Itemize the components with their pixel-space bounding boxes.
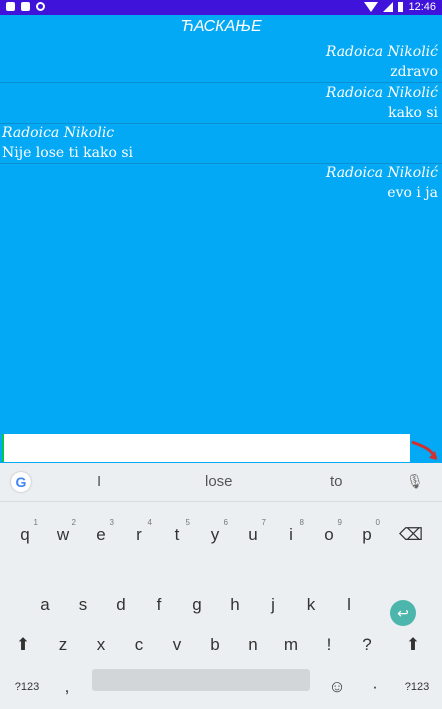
key-label: p [362,525,372,544]
key-label: o [324,525,334,544]
message-item: Radoica Nikolić zdravo [0,42,442,83]
key-g[interactable]: g [178,585,216,625]
key-f[interactable]: f [140,585,178,625]
message-author: Radoica Nikolić [325,165,438,181]
battery-icon [398,2,404,12]
hint-5: 5 [185,518,190,527]
message-text: zdravo [390,64,438,80]
key-l[interactable]: l [330,585,368,625]
suggestion-3[interactable]: to [330,473,343,490]
hint-0: 0 [375,518,380,527]
key-label: t [174,525,180,544]
key-r[interactable]: 4r [120,515,158,555]
key-s[interactable]: s [64,585,102,625]
key-b[interactable]: b [196,625,234,665]
backspace-icon[interactable]: ⌫ [392,515,430,555]
key-y[interactable]: 6y [196,515,234,555]
message-item: Radoica Nikolić kako si [0,83,442,124]
page-title: ЋАСКАЊЕ [180,18,262,35]
key-label: r [136,525,142,544]
message-item: Radoica Nikolic Nije lose ti kako si [0,123,442,164]
message-item: Radoica Nikolić evo i ja [0,163,442,203]
key-d[interactable]: d [102,585,140,625]
symbols-right-key[interactable]: ?123 [398,667,436,707]
enter-icon[interactable]: ↩ [390,600,416,626]
status-bar: 12:46 [0,0,442,15]
symbols-left-key[interactable]: ?123 [8,667,46,707]
key-label: i [289,525,293,544]
emoji-icon[interactable]: ☺ [318,667,356,707]
hint-8: 8 [299,518,304,527]
key-u[interactable]: 7u [234,515,272,555]
mic-icon[interactable]: 🎙 [406,473,424,491]
key-label: e [96,525,106,544]
message-text: evo i ja [387,185,438,201]
key-n[interactable]: n [234,625,272,665]
message-text: Nije lose ti kako si [2,145,134,161]
key-i[interactable]: 8i [272,515,310,555]
key-v[interactable]: v [158,625,196,665]
key-w[interactable]: 2w [44,515,82,555]
key-m[interactable]: m [272,625,310,665]
status-time: 12:46 [408,1,436,13]
sync-icon [36,2,45,11]
suggestion-2[interactable]: lose [205,473,233,490]
hint-2: 2 [71,518,76,527]
message-text: kako si [388,105,438,121]
key-z[interactable]: z [44,625,82,665]
sim-icon [21,2,30,11]
google-icon[interactable]: G [11,472,31,492]
shift-right-icon[interactable]: ⬆ [394,625,432,665]
shift-left-icon[interactable]: ⬆ [4,625,42,665]
status-right: 12:46 [364,1,436,13]
message-input[interactable] [2,434,410,462]
suggestion-1[interactable]: I [97,473,101,490]
key-label: w [56,525,70,544]
keyboard[interactable]: G I lose to 🎙 1q 2w 3e 4r 5t 6y 7u 8i 9o… [0,463,442,709]
hint-4: 4 [147,518,152,527]
message-author: Radoica Nikolic [2,125,115,141]
key-p[interactable]: 0p [348,515,386,555]
send-arrow-icon[interactable] [410,438,440,464]
key-period[interactable]: · [356,667,394,707]
key-label: y [210,525,220,544]
key-x[interactable]: x [82,625,120,665]
key-q[interactable]: 1q [6,515,44,555]
key-exclamation[interactable]: ! [310,625,348,665]
spacebar[interactable] [92,669,310,691]
status-left [6,2,45,11]
notification-icon [6,2,15,11]
hint-7: 7 [261,518,266,527]
key-o[interactable]: 9o [310,515,348,555]
key-question[interactable]: ? [348,625,386,665]
key-k[interactable]: k [292,585,330,625]
wifi-icon [364,2,379,12]
key-t[interactable]: 5t [158,515,196,555]
hint-6: 6 [223,518,228,527]
key-label: u [248,525,258,544]
key-comma[interactable]: , [48,667,86,707]
key-c[interactable]: c [120,625,158,665]
hint-9: 9 [337,518,342,527]
hint-3: 3 [109,518,114,527]
key-label: q [20,525,30,544]
message-author: Radoica Nikolić [325,44,438,60]
suggestion-bar: G I lose to 🎙 [0,463,442,502]
key-a[interactable]: a [26,585,64,625]
key-e[interactable]: 3e [82,515,120,555]
signal-icon [383,2,394,12]
hint-1: 1 [33,518,38,527]
key-j[interactable]: j [254,585,292,625]
key-h[interactable]: h [216,585,254,625]
message-author: Radoica Nikolić [325,85,438,101]
